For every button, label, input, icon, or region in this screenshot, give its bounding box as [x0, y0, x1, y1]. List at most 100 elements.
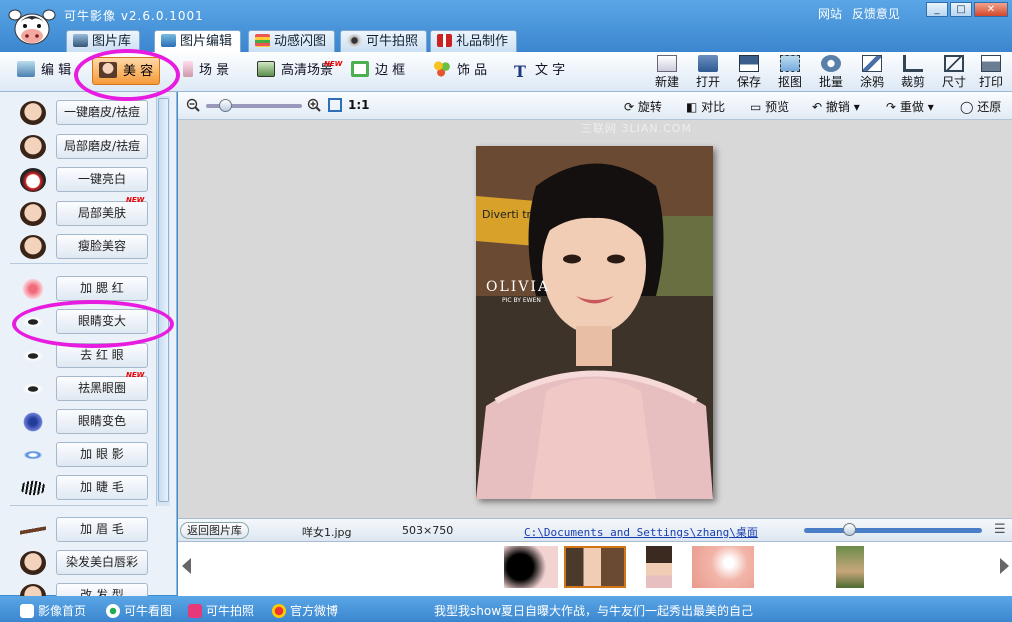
filmstrip-icon	[255, 34, 270, 47]
effect-button[interactable]: 加 眼 影	[56, 442, 148, 467]
effect-button[interactable]: 一键亮白	[56, 167, 148, 192]
footer-viewer-link[interactable]: 可牛看图	[106, 602, 172, 619]
compare-button[interactable]: ◧ 对比	[686, 98, 725, 115]
save-button[interactable]: 保存	[732, 55, 766, 90]
blush-icon	[20, 277, 46, 301]
zoom-slider[interactable]	[206, 99, 302, 112]
image-canvas[interactable]: 三联网 3LIAN.COM Diverti traffi OLIVIA PIC …	[178, 120, 1012, 518]
subtab-hd-scene[interactable]: 高清场景 NEW	[254, 57, 342, 85]
tab-camera[interactable]: 可牛拍照	[340, 30, 428, 53]
eye-icon	[106, 604, 120, 618]
zoom-slider-knob[interactable]	[219, 99, 233, 112]
footer-marquee[interactable]: 我型我show夏日自曝大作战，与牛友们一起秀出最美的自己	[434, 602, 753, 619]
rotate-button[interactable]: ⟳ 旋转	[624, 98, 662, 115]
rotate-icon: ⟳	[624, 100, 635, 114]
edited-photo[interactable]: Diverti traffi OLIVIA PIC BY EWEN	[476, 146, 713, 499]
effect-item: 加 睫 毛	[8, 473, 153, 503]
new-button[interactable]: 新建	[650, 55, 684, 90]
scene-icon	[183, 61, 193, 77]
zoom-in-icon[interactable]	[307, 98, 321, 112]
subtab-text[interactable]: T文 字	[508, 57, 565, 85]
effect-button[interactable]: 加 睫 毛	[56, 475, 148, 500]
effect-button[interactable]: 局部美肤	[56, 201, 148, 226]
effect-button[interactable]: 眼睛变色	[56, 409, 148, 434]
effect-button[interactable]: 去 红 眼	[56, 343, 148, 368]
title-bar: 可牛影像 v2.6.0.1001 网站 反馈意见 _ □ ✕ 图片库 图片编辑 …	[0, 0, 1012, 54]
strip-left-arrow[interactable]	[182, 558, 191, 574]
tab-image-library[interactable]: 图片库	[66, 30, 141, 53]
file-path-link[interactable]: C:\Documents and Settings\zhang\桌面	[524, 524, 758, 540]
batch-button[interactable]: 批量	[814, 55, 848, 90]
cow-logo-icon	[8, 9, 56, 45]
redo-dropdown-icon[interactable]: ▾	[928, 100, 934, 114]
new-file-icon	[657, 55, 677, 72]
crop-button[interactable]: 裁剪	[896, 55, 930, 90]
resize-button[interactable]: 尺寸	[937, 55, 971, 90]
picture-icon	[161, 34, 176, 47]
photo-credit-text: PIC BY EWEN	[502, 297, 541, 304]
redo-button[interactable]: ↷ 重做 ▾	[886, 98, 934, 115]
print-button[interactable]: 打印	[974, 55, 1008, 90]
effect-item: 一键亮白	[8, 165, 153, 195]
edit-icon	[17, 61, 35, 77]
file-name: 咩女1.jpg	[302, 526, 352, 539]
footer-weibo-link[interactable]: 官方微博	[272, 602, 338, 619]
tab-animated[interactable]: 动感闪图	[248, 30, 336, 53]
frame-icon	[351, 61, 369, 77]
thumbnail[interactable]	[504, 546, 558, 588]
menu-lines-icon[interactable]: ☰	[994, 522, 1006, 537]
effect-item: 眼睛变大	[8, 307, 153, 337]
library-icon	[73, 34, 88, 47]
folder-icon	[698, 55, 718, 72]
panel-scrollbar[interactable]	[156, 96, 170, 506]
subtab-edit[interactable]: 编 辑	[14, 57, 71, 85]
actual-size-button[interactable]: 1:1	[348, 98, 370, 112]
clover-icon	[433, 61, 451, 77]
tab-gift[interactable]: 礼品制作	[430, 30, 518, 53]
undo-icon: ↶	[812, 100, 823, 114]
undo-button[interactable]: ↶ 撤销 ▾	[812, 98, 860, 115]
close-button[interactable]: ✕	[974, 2, 1008, 17]
thumbnail-size-slider[interactable]	[804, 523, 982, 536]
zoom-out-icon[interactable]	[186, 98, 200, 112]
subtab-frame[interactable]: 边 框	[348, 57, 405, 85]
subtab-accessory[interactable]: 饰 品	[430, 57, 487, 85]
effect-item: 一键磨皮/祛痘	[8, 98, 153, 128]
website-link[interactable]: 网站	[818, 7, 842, 21]
portrait-icon	[99, 62, 117, 78]
strip-right-arrow[interactable]	[1000, 558, 1009, 574]
thumbnail[interactable]	[646, 546, 672, 588]
doodle-button[interactable]: 涂鸦	[855, 55, 889, 90]
thumbnail[interactable]	[836, 546, 864, 588]
tab-image-edit[interactable]: 图片编辑	[154, 30, 242, 54]
footer-home-link[interactable]: 影像首页	[20, 602, 86, 619]
minimize-button[interactable]: _	[926, 2, 948, 17]
effect-button[interactable]: 加 腮 红	[56, 276, 148, 301]
thumbnail[interactable]	[692, 546, 754, 588]
watermark: 三联网 3LIAN.COM	[581, 122, 692, 135]
subtab-beauty[interactable]: 美 容	[92, 57, 161, 85]
thumbnail-size-knob[interactable]	[842, 523, 856, 536]
open-button[interactable]: 打开	[691, 55, 725, 90]
subtab-scene[interactable]: 场 景	[180, 57, 229, 85]
back-to-library-button[interactable]: 返回图片库	[180, 522, 249, 539]
scrollbar-thumb[interactable]	[158, 98, 169, 502]
face-icon	[20, 101, 46, 125]
printer-icon	[981, 55, 1001, 72]
effect-button[interactable]: 加 眉 毛	[56, 517, 148, 542]
effect-button[interactable]: 局部磨皮/祛痘	[56, 134, 148, 159]
effect-button[interactable]: 祛黑眼圈	[56, 376, 148, 401]
thumbnail-selected[interactable]	[564, 546, 626, 588]
feedback-link[interactable]: 反馈意见	[852, 7, 900, 21]
effect-button[interactable]: 染发美白唇彩	[56, 550, 148, 575]
undo-dropdown-icon[interactable]: ▾	[854, 100, 860, 114]
preview-button[interactable]: ▭ 预览	[750, 98, 789, 115]
footer-camera-link[interactable]: 可牛拍照	[188, 602, 254, 619]
fit-window-icon[interactable]	[328, 98, 342, 112]
cutout-button[interactable]: 抠图	[773, 55, 807, 90]
effect-button[interactable]: 眼睛变大	[56, 309, 148, 334]
effect-button[interactable]: 一键磨皮/祛痘	[56, 100, 148, 125]
restore-button[interactable]: ◯ 还原	[960, 98, 1001, 115]
maximize-button[interactable]: □	[950, 2, 972, 17]
effect-button[interactable]: 瘦脸美容	[56, 234, 148, 259]
